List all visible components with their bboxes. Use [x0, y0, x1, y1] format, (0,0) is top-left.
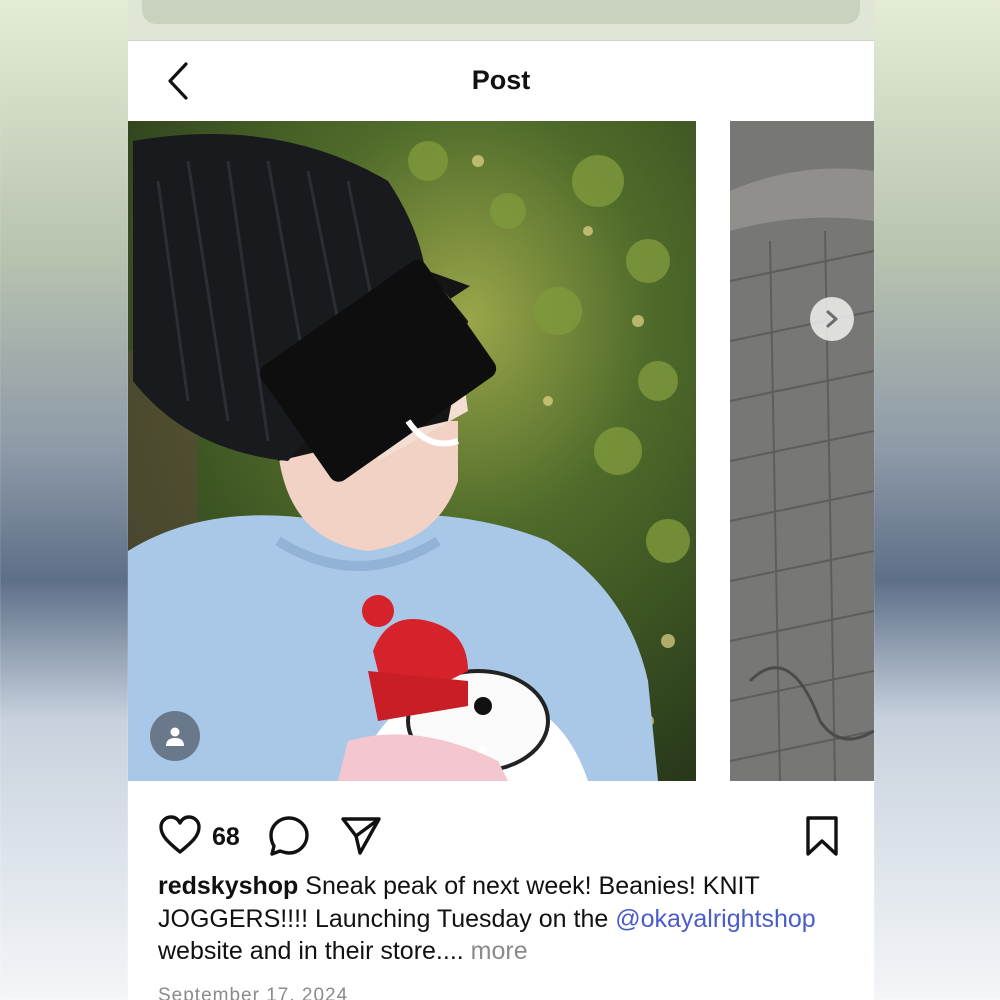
phone-screen: Post 68 redskyshop Sneak peak of next we… [128, 0, 874, 1000]
address-bar[interactable] [142, 0, 860, 24]
background-right [874, 0, 1000, 1000]
share-button[interactable] [340, 815, 382, 862]
post-photo [128, 121, 696, 781]
comment-icon [269, 816, 309, 856]
caption-mention-link[interactable]: @okayalrightshop [615, 905, 816, 933]
user-icon [166, 727, 184, 746]
post-caption: redskyshop Sneak peak of next week! Bean… [158, 870, 848, 968]
caption-more-link[interactable]: more [471, 937, 528, 965]
browser-bar [128, 0, 874, 41]
background-left [0, 0, 128, 1000]
tagged-people-button[interactable] [150, 711, 200, 761]
chevron-right-icon [826, 310, 838, 328]
next-photo-preview [730, 121, 874, 781]
post-actions: 68 [128, 781, 874, 881]
post-media-carousel[interactable] [128, 121, 874, 781]
carousel-slide-photo [128, 121, 696, 781]
post-date: September 17, 2024 [158, 985, 349, 1000]
page-title: Post [471, 65, 531, 95]
caption-text-end: website and in their store.... [158, 937, 471, 965]
post-header: Post [128, 41, 874, 121]
heart-icon [159, 815, 201, 854]
like-count[interactable]: 68 [212, 823, 240, 852]
carousel-next-button[interactable] [810, 297, 854, 341]
carousel-slide-next [730, 121, 874, 781]
like-button[interactable] [158, 815, 202, 860]
caption-username[interactable]: redskyshop [158, 872, 298, 900]
bookmark-icon [806, 816, 838, 856]
save-button[interactable] [804, 815, 840, 862]
send-icon [341, 817, 381, 855]
carousel-indicator-dot [479, 745, 487, 753]
comment-button[interactable] [268, 815, 310, 862]
